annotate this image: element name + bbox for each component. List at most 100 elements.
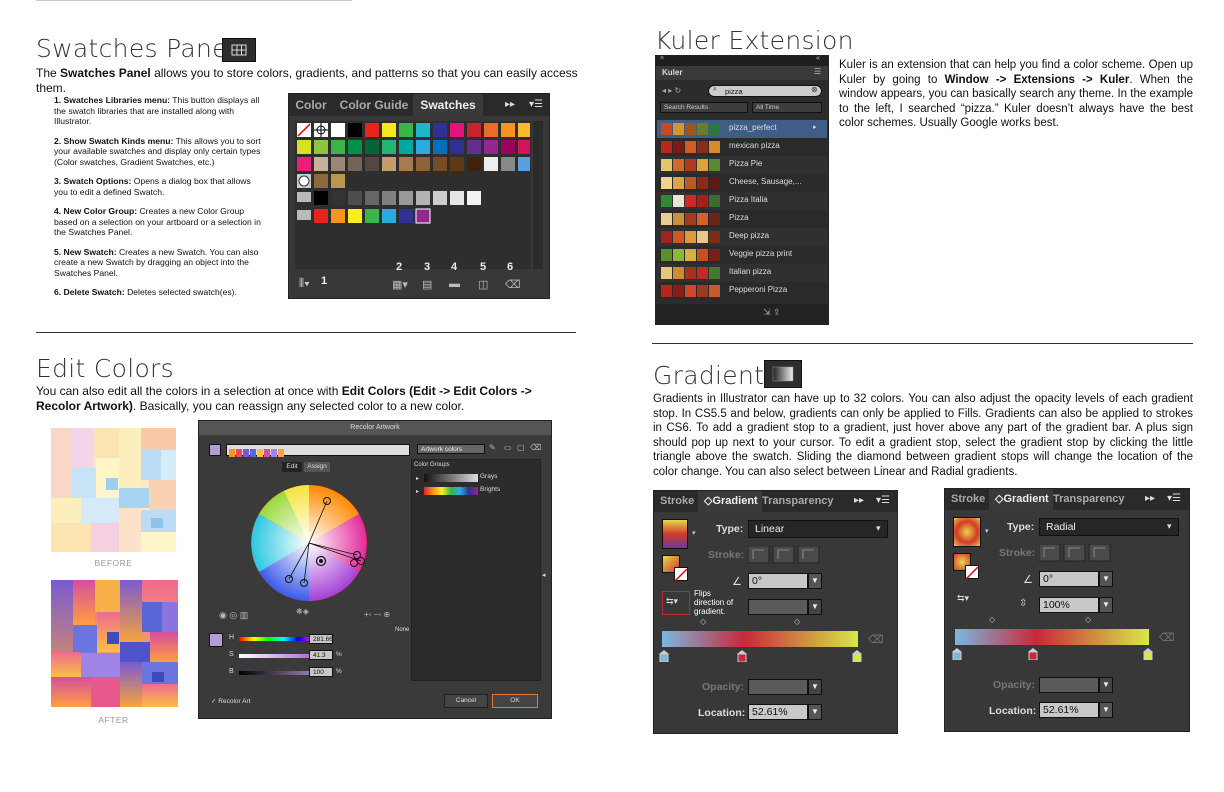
tab-assign[interactable]: Assign bbox=[304, 462, 330, 472]
aspect-dropdown-icon[interactable]: ▼ bbox=[1099, 597, 1113, 613]
gradient-bar[interactable] bbox=[662, 631, 858, 647]
kuler-close-icon[interactable]: × bbox=[660, 55, 664, 62]
gradient-stop-2[interactable] bbox=[1028, 647, 1038, 661]
type-dropdown[interactable]: Linear bbox=[748, 520, 888, 538]
tab-transparency[interactable]: Transparency bbox=[762, 491, 834, 511]
save-group-icon[interactable]: ▭ bbox=[504, 443, 512, 452]
tab-color[interactable]: Color bbox=[289, 94, 333, 116]
stroke-mode-buttons[interactable] bbox=[1038, 543, 1111, 562]
eyedropper-icon[interactable]: ✎ bbox=[489, 443, 496, 452]
kuler-collapse-icon[interactable]: « bbox=[816, 55, 820, 62]
brights-expand-icon[interactable]: ▸ bbox=[416, 488, 419, 495]
stroke-mode-buttons[interactable] bbox=[747, 545, 820, 564]
kuler-theme-row[interactable]: Pizza Italia bbox=[657, 192, 827, 210]
delete-swatch-icon[interactable]: ⌫ bbox=[505, 278, 521, 291]
tab-color-guide[interactable]: Color Guide bbox=[335, 94, 413, 116]
color-strip[interactable] bbox=[226, 444, 410, 457]
midpoint-diamond-1[interactable]: ◇ bbox=[989, 615, 995, 624]
swatch-scrollbar[interactable] bbox=[533, 121, 543, 269]
gradient-fill-swatch[interactable] bbox=[953, 517, 981, 547]
s-value-field[interactable]: 41.3 bbox=[309, 650, 333, 660]
kuler-filter-time[interactable]: All Time bbox=[752, 102, 822, 113]
collapse-icon[interactable]: ▸▸ bbox=[505, 99, 515, 110]
new-color-group-icon[interactable]: ▬ bbox=[449, 278, 460, 290]
gradient-stop-1[interactable] bbox=[659, 649, 669, 663]
aspect-field[interactable]: 100% bbox=[1039, 597, 1099, 613]
location-dropdown-icon[interactable]: ▼ bbox=[808, 704, 822, 720]
kuler-menu-icon[interactable]: ☰ bbox=[814, 67, 821, 76]
new-swatch-icon[interactable]: ◫ bbox=[478, 278, 488, 291]
midpoint-diamond-1[interactable]: ◇ bbox=[700, 617, 706, 626]
midpoint-diamond-2[interactable]: ◇ bbox=[794, 617, 800, 626]
panel-menu-icon[interactable]: ▾☰ bbox=[529, 99, 543, 110]
gradient-fill-swatch[interactable] bbox=[662, 519, 688, 549]
brights-strip[interactable] bbox=[424, 487, 478, 495]
kuler-row-arrow-icon[interactable]: ▸ bbox=[813, 123, 817, 131]
h-value-field[interactable]: 281.66 bbox=[309, 634, 333, 644]
b-value-field[interactable]: 100 bbox=[309, 667, 333, 677]
gradient-bar[interactable] bbox=[955, 629, 1149, 645]
tab-swatches[interactable]: Swatches bbox=[413, 94, 483, 116]
kuler-theme-row[interactable]: Deep pizza bbox=[657, 228, 827, 246]
kuler-filter-results[interactable]: Search Results bbox=[660, 102, 748, 113]
kuler-theme-row[interactable]: Italian pizza bbox=[657, 264, 827, 282]
midpoint-diamond-2[interactable]: ◇ bbox=[1085, 615, 1091, 624]
gradient-stop-3[interactable] bbox=[852, 649, 862, 663]
panel-menu-icon[interactable]: ▾☰ bbox=[876, 495, 890, 506]
delete-stop-icon[interactable]: ⌫ bbox=[868, 633, 884, 646]
collapse-icon[interactable]: ▸▸ bbox=[1145, 493, 1155, 504]
collapse-icon[interactable]: ▸▸ bbox=[854, 495, 864, 506]
wheel-mode-icons[interactable]: ◉ ◎ ▥ bbox=[219, 610, 248, 621]
color-wheel[interactable] bbox=[249, 483, 369, 603]
grays-strip[interactable] bbox=[424, 474, 478, 482]
kuler-nav-icons[interactable]: ◂ ▸ ↻ bbox=[662, 86, 681, 95]
angle-field[interactable]: 0° bbox=[1039, 571, 1099, 587]
kuler-theme-row[interactable]: mexican pizza bbox=[657, 138, 827, 156]
swatch-libraries-icon[interactable]: ⫴▾ bbox=[299, 276, 310, 291]
no-stroke-icon[interactable] bbox=[965, 565, 979, 580]
cancel-button[interactable]: Cancel bbox=[444, 694, 488, 708]
tab-gradient[interactable]: ◇Gradient bbox=[698, 491, 762, 512]
gradient-stop-1[interactable] bbox=[952, 647, 962, 661]
kuler-theme-row[interactable]: Pizza Pie bbox=[657, 156, 827, 174]
swatch-options-icon[interactable]: ▤ bbox=[422, 278, 432, 291]
kuler-add-icon[interactable]: ⇲ ⇪ bbox=[763, 307, 781, 318]
kuler-clear-icon[interactable]: ⊗ bbox=[811, 85, 818, 94]
tab-stroke[interactable]: Stroke bbox=[660, 491, 694, 511]
tab-gradient[interactable]: ◇Gradient bbox=[989, 489, 1053, 510]
kuler-theme-row[interactable]: Pepperoni Pizza bbox=[657, 282, 827, 300]
delete-stop-icon[interactable]: ⌫ bbox=[1159, 631, 1175, 644]
link-harmony-icon[interactable]: ❋◈ bbox=[296, 607, 309, 616]
tab-transparency[interactable]: Transparency bbox=[1053, 489, 1125, 509]
show-swatch-kinds-icon[interactable]: ▦▾ bbox=[392, 278, 408, 291]
recolor-art-checkbox[interactable]: ✓ Recolor Art bbox=[211, 697, 250, 705]
location-field[interactable]: 52.61% bbox=[748, 704, 808, 720]
reverse-gradient-icon[interactable]: ⇆▾ bbox=[957, 593, 969, 604]
ok-button[interactable]: OK bbox=[492, 694, 538, 708]
tab-edit[interactable]: Edit bbox=[282, 462, 302, 472]
kuler-theme-row[interactable]: Cheese, Sausage,... bbox=[657, 174, 827, 192]
angle-dropdown-icon[interactable]: ▼ bbox=[808, 573, 822, 589]
angle-dropdown-icon[interactable]: ▼ bbox=[1099, 571, 1113, 587]
kuler-tab[interactable]: Kuler bbox=[662, 68, 682, 77]
collapse-arrow-icon[interactable]: ◂ bbox=[542, 571, 546, 579]
angle-field[interactable]: 0° bbox=[748, 573, 808, 589]
tab-stroke[interactable]: Stroke bbox=[951, 489, 985, 509]
location-dropdown-icon[interactable]: ▼ bbox=[1099, 702, 1113, 718]
fill-dropdown-icon[interactable]: ▾ bbox=[985, 527, 989, 535]
add-remove-icons[interactable]: +◦ −◦ ⊕ bbox=[364, 610, 390, 619]
gradient-stop-2[interactable] bbox=[737, 649, 747, 663]
artwork-colors-dropdown[interactable]: Artwork colors bbox=[417, 444, 485, 454]
kuler-theme-row[interactable]: Veggie pizza print bbox=[657, 246, 827, 264]
kuler-theme-row[interactable]: pizza_perfect ▸ bbox=[657, 120, 827, 138]
kuler-search-input[interactable]: pizza bbox=[708, 85, 822, 97]
swatch-grid-svg[interactable] bbox=[295, 121, 531, 269]
fill-dropdown-icon[interactable]: ▾ bbox=[692, 529, 696, 537]
trash-icon[interactable]: ⌫ bbox=[530, 443, 541, 452]
new-group-icon[interactable]: ▢ bbox=[517, 443, 525, 452]
kuler-theme-row[interactable]: Pizza bbox=[657, 210, 827, 228]
type-dropdown[interactable]: Radial bbox=[1039, 518, 1179, 536]
reverse-gradient-icon[interactable]: ⇆▾ bbox=[662, 591, 690, 615]
fill-swatch[interactable] bbox=[209, 633, 223, 647]
grays-expand-icon[interactable]: ▸ bbox=[416, 475, 419, 482]
